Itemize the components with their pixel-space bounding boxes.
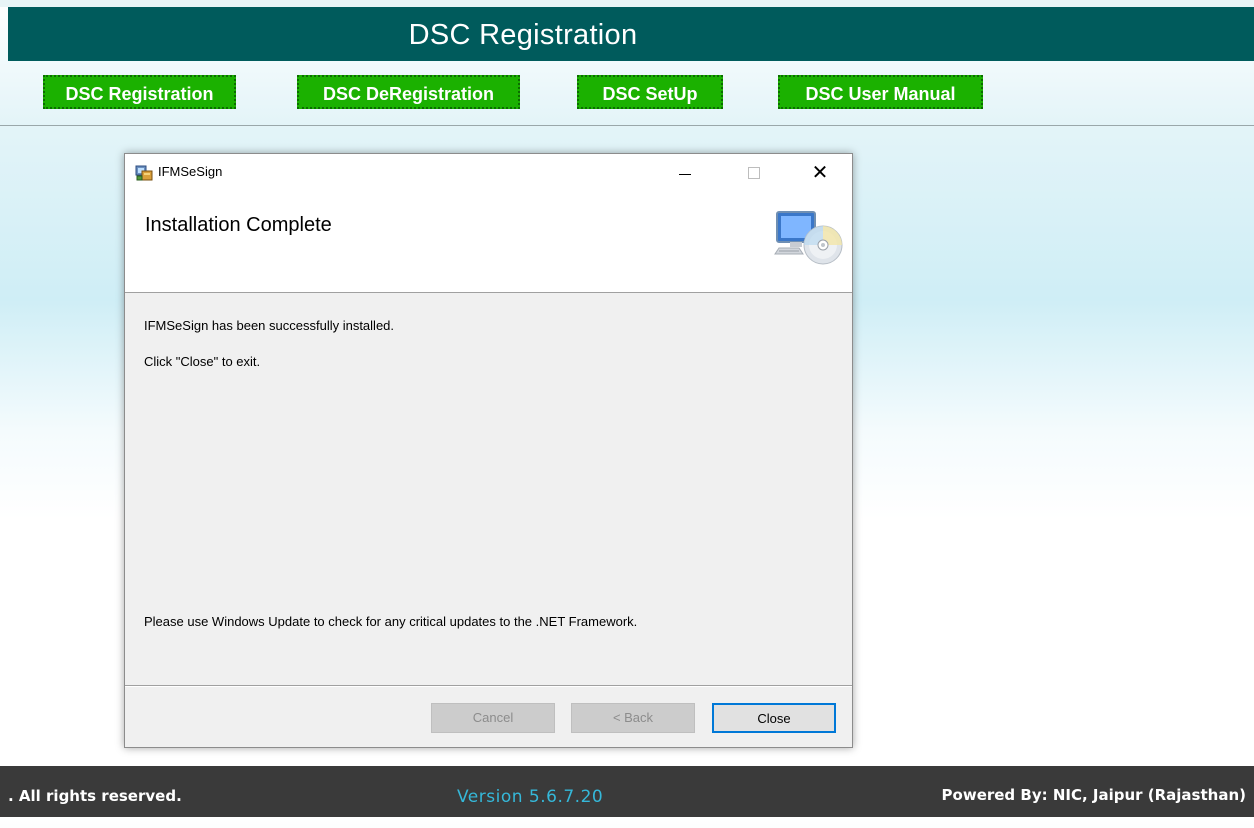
button-divider-highlight xyxy=(125,686,852,687)
installed-message: IFMSeSign has been successfully installe… xyxy=(144,318,395,333)
dialog-banner: Installation Complete xyxy=(125,190,852,293)
back-button[interactable]: < Back xyxy=(571,703,695,733)
copyright-text: . All rights reserved. xyxy=(8,787,182,805)
installer-icon xyxy=(135,165,153,181)
windows-update-message: Please use Windows Update to check for a… xyxy=(144,614,638,629)
close-instruction-message: Click "Close" to exit. xyxy=(144,354,261,369)
installer-dialog: IFMSeSign ✕ Installation Complete IFMSeS… xyxy=(124,153,853,748)
close-button[interactable]: Close xyxy=(712,703,836,733)
nav-dsc-registration-button[interactable]: DSC Registration xyxy=(43,75,236,109)
nav-dsc-setup-button[interactable]: DSC SetUp xyxy=(577,75,723,109)
dialog-heading: Installation Complete xyxy=(145,214,332,236)
top-strip xyxy=(0,0,1254,7)
dialog-window-title: IFMSeSign xyxy=(158,164,223,179)
maximize-icon xyxy=(748,167,760,179)
nav-dsc-deregistration-button[interactable]: DSC DeRegistration xyxy=(297,75,520,109)
minimize-icon xyxy=(679,174,691,175)
minimize-button[interactable] xyxy=(663,154,709,190)
maximize-button xyxy=(731,154,777,190)
nav-dsc-user-manual-button[interactable]: DSC User Manual xyxy=(778,75,983,109)
close-icon: ✕ xyxy=(811,160,829,184)
page-title: DSC Registration xyxy=(408,19,638,51)
titlebar-close-button[interactable]: ✕ xyxy=(797,154,843,190)
version-text: Version 5.6.7.20 xyxy=(457,787,604,807)
page-footer: . All rights reserved. Version 5.6.7.20 … xyxy=(0,766,1254,817)
computer-cd-icon xyxy=(774,211,843,265)
dialog-titlebar[interactable]: IFMSeSign ✕ xyxy=(125,154,852,190)
cancel-button[interactable]: Cancel xyxy=(431,703,555,733)
powered-by-text: Powered By: NIC, Jaipur (Rajasthan) xyxy=(941,786,1246,804)
page-header: DSC Registration xyxy=(8,7,1254,61)
nav-bar: DSC Registration DSC DeRegistration DSC … xyxy=(0,61,1254,126)
